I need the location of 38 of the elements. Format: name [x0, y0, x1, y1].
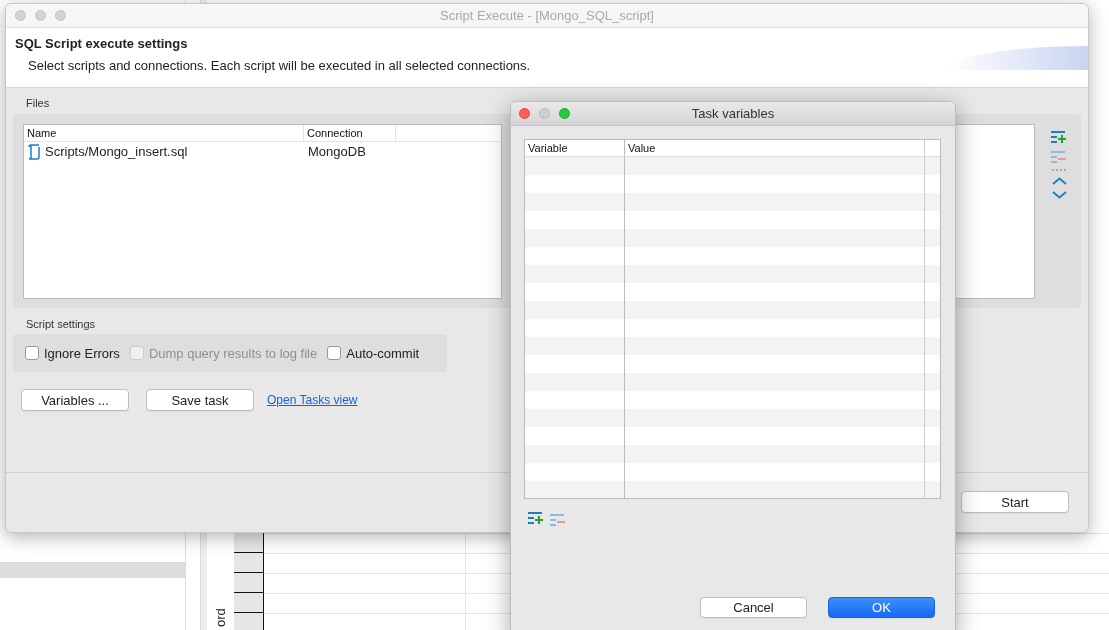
column-header[interactable]: Value — [625, 140, 925, 156]
checkbox[interactable] — [327, 346, 342, 360]
action-button[interactable]: Variables ... — [21, 389, 129, 411]
page-heading: SQL Script execute settings — [15, 35, 189, 52]
checkbox-label[interactable]: Auto-commit — [346, 345, 420, 361]
column-header[interactable]: Variable — [525, 140, 625, 156]
section-label: Script settings — [26, 318, 96, 330]
open-tasks-link[interactable]: Open Tasks view — [267, 393, 358, 407]
column-header[interactable]: Name — [24, 125, 304, 141]
window-title: Script Execute - [Mongo_SQL_script] — [440, 8, 654, 23]
move-down-icon[interactable] — [1051, 191, 1067, 199]
remove-row-icon[interactable] — [550, 514, 566, 526]
description-text: Select scripts and connections. Each script will be executed in all selected connections. — [28, 58, 532, 73]
zoom-button[interactable] — [559, 108, 570, 119]
remove-row-icon[interactable] — [1051, 151, 1067, 163]
add-row-icon[interactable] — [528, 512, 544, 526]
move-up-icon[interactable] — [1051, 177, 1067, 185]
table-row[interactable]: Scripts/Mongo_insert.sql MongoDB — [24, 142, 501, 161]
close-button[interactable] — [15, 10, 26, 21]
column-label: ord — [213, 608, 228, 627]
close-button[interactable] — [519, 108, 530, 119]
start-button[interactable]: Start — [961, 491, 1069, 513]
ok-button[interactable]: OK — [828, 597, 935, 618]
checkbox-label: Dump query results to log file — [148, 345, 318, 361]
script-file-icon — [27, 143, 41, 160]
table-cell: Scripts/Mongo_insert.sql — [45, 144, 188, 159]
add-row-icon[interactable] — [1051, 131, 1067, 145]
action-button[interactable]: Save task — [146, 389, 254, 411]
section-label: Files — [26, 97, 50, 109]
zoom-button[interactable] — [55, 10, 66, 21]
cancel-button[interactable]: Cancel — [700, 597, 807, 618]
checkbox[interactable] — [25, 346, 39, 360]
dialog-title: Task variables — [691, 106, 775, 121]
column-header[interactable]: Connection — [304, 125, 396, 141]
minimize-button[interactable] — [539, 108, 550, 119]
checkbox-label[interactable]: Ignore Errors — [44, 345, 120, 361]
minimize-button[interactable] — [35, 10, 46, 21]
table-cell: MongoDB — [308, 144, 366, 159]
